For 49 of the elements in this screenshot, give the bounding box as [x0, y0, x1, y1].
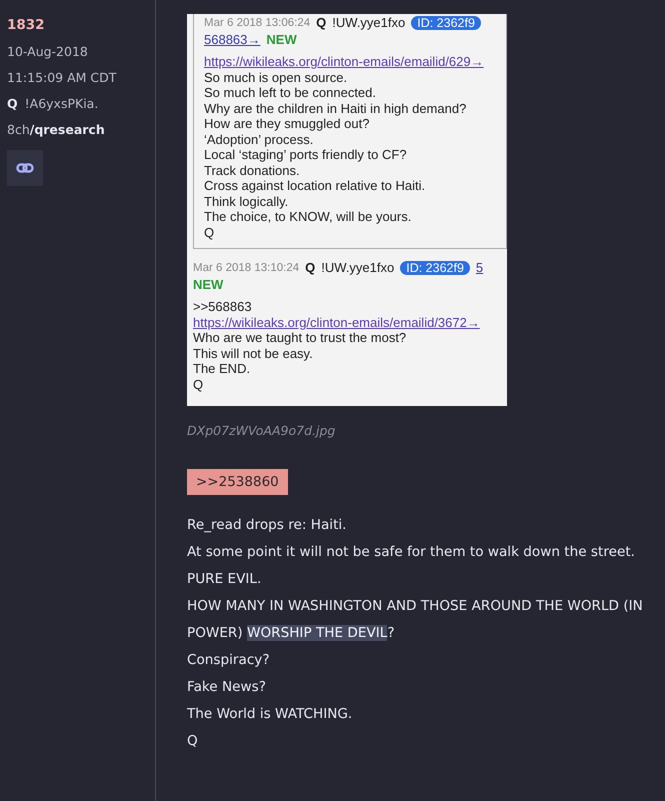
permalink-button[interactable]	[7, 150, 43, 186]
post-line: Local ‘staging’ ports friendly to CF?	[204, 147, 407, 162]
post-timestamp: Mar 6 2018 13:10:24	[193, 262, 300, 274]
post-line: The END.	[193, 361, 250, 376]
message-line: The World is WATCHING.	[187, 705, 354, 724]
message-line: Fake News?	[187, 678, 267, 697]
post-time: 11:15:09 AM CDT	[7, 70, 116, 85]
message-line: Q	[187, 732, 199, 751]
poster-id: ID: 2362f9	[400, 260, 470, 274]
post-line: This will not be easy.	[193, 346, 313, 361]
reply-reference[interactable]: >>2538860	[187, 469, 288, 495]
post-line: How are they smuggled out?	[204, 116, 370, 132]
post-line: Track donations.	[204, 162, 300, 178]
author-name: Q	[7, 96, 18, 111]
post-line: Why are the children in Haiti in high demand?	[204, 100, 466, 116]
message-line: Conspiracy?	[187, 651, 271, 670]
message-line: Re_read drops re: Haiti.	[187, 516, 348, 535]
url-link[interactable]: https://wikileaks.org/clinton-emails/emailid/3672→	[193, 314, 480, 330]
reply-link[interactable]: 568863→	[204, 32, 260, 47]
post-line: ‘Adoption’ process.	[204, 132, 314, 147]
board-name: /qresearch	[30, 122, 105, 137]
post-line: So much is open source.	[204, 70, 348, 85]
url-link[interactable]: https://wikileaks.org/clinton-emails/emailid/629→	[204, 54, 484, 70]
author-name: Q	[316, 15, 326, 30]
author-name: Q	[305, 260, 316, 275]
post-line: >>568863	[193, 299, 252, 314]
new-label: NEW	[266, 32, 297, 47]
tripcode: !A6yxsPKia.	[24, 96, 98, 111]
post-number: 1832	[7, 17, 45, 33]
site-name: 8ch	[7, 122, 30, 137]
message-line: HOW MANY IN WASHINGTON AND THOSE AROUND THE WORLD (IN POWER) WORSHIP THE DEVIL?	[187, 597, 644, 643]
reply-link[interactable]: 5	[476, 260, 484, 275]
post-line: Q	[193, 376, 204, 392]
post-line: So much left to be connected.	[204, 85, 376, 100]
post-line: Think logically.	[204, 194, 288, 209]
post-timestamp: Mar 6 2018 13:06:24	[204, 16, 310, 28]
poster-id: ID: 2362f9	[411, 16, 481, 30]
post-line: Cross against location relative to Haiti.	[204, 178, 426, 194]
image-filename: DXp07zWVoAA9o7d.jpg	[187, 423, 336, 438]
tripcode: !UW.yye1fxo	[321, 260, 394, 275]
new-label: NEW	[193, 277, 224, 292]
tripcode: !UW.yye1fxo	[332, 15, 406, 30]
message-line: PURE EVIL.	[187, 570, 262, 589]
link-icon	[16, 163, 34, 173]
message-line: At some point it will not be safe for them to walk down the street.	[187, 543, 636, 562]
post-line: Q	[204, 224, 214, 240]
post-line: The choice, to KNOW, will be yours.	[204, 209, 412, 224]
post-line: Who are we taught to trust the most?	[193, 330, 406, 346]
post-date: 10-Aug-2018	[7, 44, 88, 59]
